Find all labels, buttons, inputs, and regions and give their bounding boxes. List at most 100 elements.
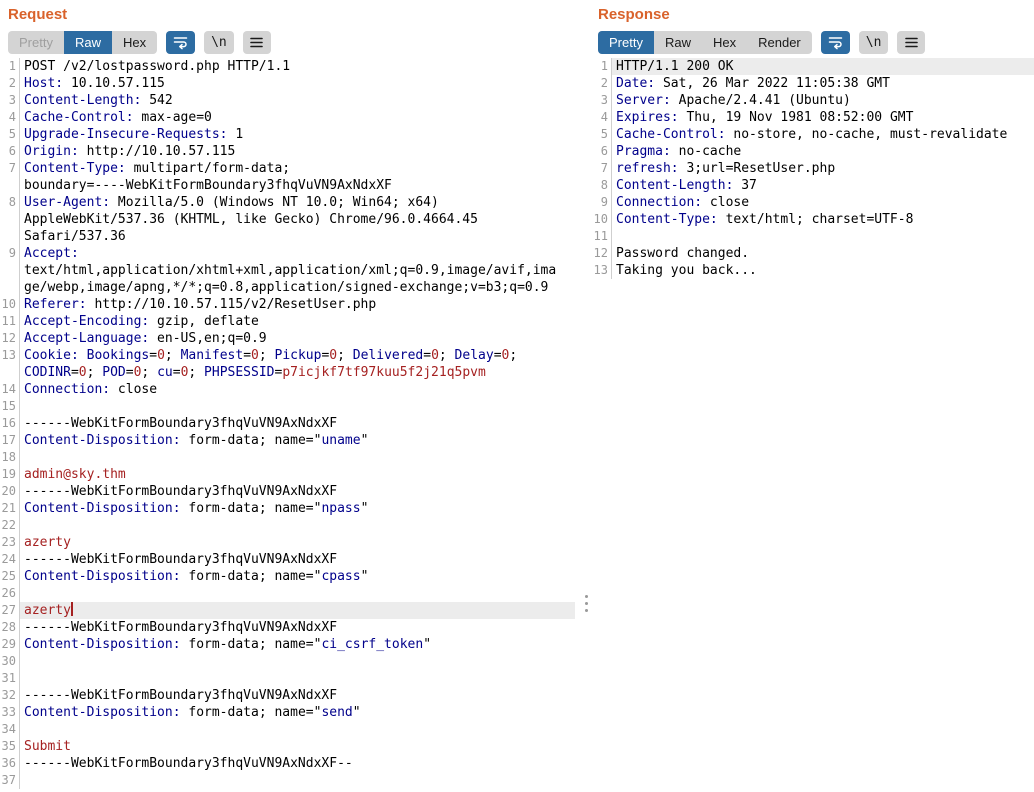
code-line[interactable]: 22 [0, 517, 575, 534]
code-line[interactable]: boundary=----WebKitFormBoundary3fhqVuVN9… [0, 177, 575, 194]
view-tab-pretty[interactable]: Pretty [8, 31, 64, 54]
code-line[interactable]: 37 [0, 772, 575, 789]
code-line[interactable]: 30 [0, 653, 575, 670]
code-line[interactable]: 3Content-Length: 542 [0, 92, 575, 109]
code-line[interactable]: 36------WebKitFormBoundary3fhqVuVN9AxNdx… [0, 755, 575, 772]
editor-menu-button[interactable] [243, 31, 271, 54]
editor-menu-button[interactable] [897, 31, 925, 54]
code-line[interactable]: ge/webp,image/apng,*/*;q=0.8,application… [0, 279, 575, 296]
line-number: 13 [590, 262, 612, 279]
view-tab-raw[interactable]: Raw [654, 31, 702, 54]
line-text: CODINR=0; POD=0; cu=0; PHPSESSID=p7icjkf… [20, 364, 575, 381]
line-text: Content-Disposition: form-data; name="un… [20, 432, 575, 449]
code-line[interactable]: 33Content-Disposition: form-data; name="… [0, 704, 575, 721]
line-number: 18 [0, 449, 20, 466]
code-line[interactable]: 7refresh: 3;url=ResetUser.php [590, 160, 1034, 177]
code-line[interactable]: 21Content-Disposition: form-data; name="… [0, 500, 575, 517]
code-line[interactable]: 35Submit [0, 738, 575, 755]
code-line[interactable]: 13Taking you back... [590, 262, 1034, 279]
line-number: 5 [590, 126, 612, 143]
line-number: 4 [590, 109, 612, 126]
code-line[interactable]: 24------WebKitFormBoundary3fhqVuVN9AxNdx… [0, 551, 575, 568]
response-editor[interactable]: 1HTTP/1.1 200 OK2Date: Sat, 26 Mar 2022 … [590, 58, 1034, 792]
text-cursor [71, 602, 73, 616]
line-number: 6 [0, 143, 20, 160]
code-line[interactable]: 1POST /v2/lostpassword.php HTTP/1.1 [0, 58, 575, 75]
line-text: azerty [20, 602, 575, 619]
code-line[interactable]: CODINR=0; POD=0; cu=0; PHPSESSID=p7icjkf… [0, 364, 575, 381]
code-line[interactable]: 11Accept-Encoding: gzip, deflate [0, 313, 575, 330]
code-line[interactable]: 10Referer: http://10.10.57.115/v2/ResetU… [0, 296, 575, 313]
code-line[interactable]: 9Connection: close [590, 194, 1034, 211]
code-line[interactable]: 6Pragma: no-cache [590, 143, 1034, 160]
code-line[interactable]: 3Server: Apache/2.4.41 (Ubuntu) [590, 92, 1034, 109]
word-wrap-icon [173, 35, 188, 50]
show-newlines-toggle-button[interactable]: \n [204, 31, 234, 54]
code-line[interactable]: 32------WebKitFormBoundary3fhqVuVN9AxNdx… [0, 687, 575, 704]
view-tab-hex[interactable]: Hex [112, 31, 157, 54]
line-number [0, 262, 20, 279]
line-number: 30 [0, 653, 20, 670]
code-line[interactable]: 16------WebKitFormBoundary3fhqVuVN9AxNdx… [0, 415, 575, 432]
code-line[interactable]: 12Password changed. [590, 245, 1034, 262]
code-line[interactable]: 23azerty [0, 534, 575, 551]
code-line[interactable]: 9Accept: [0, 245, 575, 262]
code-line[interactable]: AppleWebKit/537.36 (KHTML, like Gecko) C… [0, 211, 575, 228]
code-line[interactable]: 13Cookie: Bookings=0; Manifest=0; Pickup… [0, 347, 575, 364]
code-line[interactable]: 5Upgrade-Insecure-Requests: 1 [0, 126, 575, 143]
code-line[interactable]: 1HTTP/1.1 200 OK [590, 58, 1034, 75]
code-line[interactable]: 12Accept-Language: en-US,en;q=0.9 [0, 330, 575, 347]
code-line[interactable]: 14Connection: close [0, 381, 575, 398]
word-wrap-toggle-button[interactable] [821, 31, 850, 54]
line-text: Accept-Encoding: gzip, deflate [20, 313, 575, 330]
view-tab-render[interactable]: Render [747, 31, 812, 54]
code-line[interactable]: 18 [0, 449, 575, 466]
code-line[interactable]: text/html,application/xhtml+xml,applicat… [0, 262, 575, 279]
line-number: 25 [0, 568, 20, 585]
code-line[interactable]: 5Cache-Control: no-store, no-cache, must… [590, 126, 1034, 143]
view-tab-raw[interactable]: Raw [64, 31, 112, 54]
code-line[interactable]: 4Cache-Control: max-age=0 [0, 109, 575, 126]
panel-splitter-handle[interactable] [583, 593, 590, 614]
code-line[interactable]: 19admin@sky.thm [0, 466, 575, 483]
line-text: Accept-Language: en-US,en;q=0.9 [20, 330, 575, 347]
line-number: 21 [0, 500, 20, 517]
line-text: Taking you back... [612, 262, 1034, 279]
code-line[interactable]: 10Content-Type: text/html; charset=UTF-8 [590, 211, 1034, 228]
line-text: Content-Type: text/html; charset=UTF-8 [612, 211, 1034, 228]
code-line[interactable]: 31 [0, 670, 575, 687]
line-text: Safari/537.36 [20, 228, 575, 245]
word-wrap-toggle-button[interactable] [166, 31, 195, 54]
code-line[interactable]: 6Origin: http://10.10.57.115 [0, 143, 575, 160]
code-line[interactable]: 11 [590, 228, 1034, 245]
line-number: 35 [0, 738, 20, 755]
code-line[interactable]: 26 [0, 585, 575, 602]
line-number [0, 211, 20, 228]
code-line[interactable]: 17Content-Disposition: form-data; name="… [0, 432, 575, 449]
line-number: 36 [0, 755, 20, 772]
code-line[interactable]: 25Content-Disposition: form-data; name="… [0, 568, 575, 585]
view-tab-pretty[interactable]: Pretty [598, 31, 654, 54]
code-line[interactable]: 8Content-Length: 37 [590, 177, 1034, 194]
code-line[interactable]: 34 [0, 721, 575, 738]
code-line[interactable]: 4Expires: Thu, 19 Nov 1981 08:52:00 GMT [590, 109, 1034, 126]
code-line[interactable]: 20------WebKitFormBoundary3fhqVuVN9AxNdx… [0, 483, 575, 500]
code-line[interactable]: 2Host: 10.10.57.115 [0, 75, 575, 92]
view-mode-switcher: PrettyRawHex [8, 31, 157, 54]
line-text [20, 772, 575, 789]
code-line[interactable]: 8User-Agent: Mozilla/5.0 (Windows NT 10.… [0, 194, 575, 211]
request-editor[interactable]: 1POST /v2/lostpassword.php HTTP/1.12Host… [0, 58, 575, 792]
code-line[interactable]: 28------WebKitFormBoundary3fhqVuVN9AxNdx… [0, 619, 575, 636]
view-tab-hex[interactable]: Hex [702, 31, 747, 54]
line-number: 26 [0, 585, 20, 602]
code-line[interactable]: 15 [0, 398, 575, 415]
code-line[interactable]: 27azerty [0, 602, 575, 619]
view-mode-switcher: PrettyRawHexRender [598, 31, 812, 54]
code-line[interactable]: 29Content-Disposition: form-data; name="… [0, 636, 575, 653]
code-line[interactable]: 2Date: Sat, 26 Mar 2022 11:05:38 GMT [590, 75, 1034, 92]
code-line[interactable]: Safari/537.36 [0, 228, 575, 245]
line-number: 9 [0, 245, 20, 262]
line-text: Host: 10.10.57.115 [20, 75, 575, 92]
show-newlines-toggle-button[interactable]: \n [859, 31, 889, 54]
code-line[interactable]: 7Content-Type: multipart/form-data; [0, 160, 575, 177]
